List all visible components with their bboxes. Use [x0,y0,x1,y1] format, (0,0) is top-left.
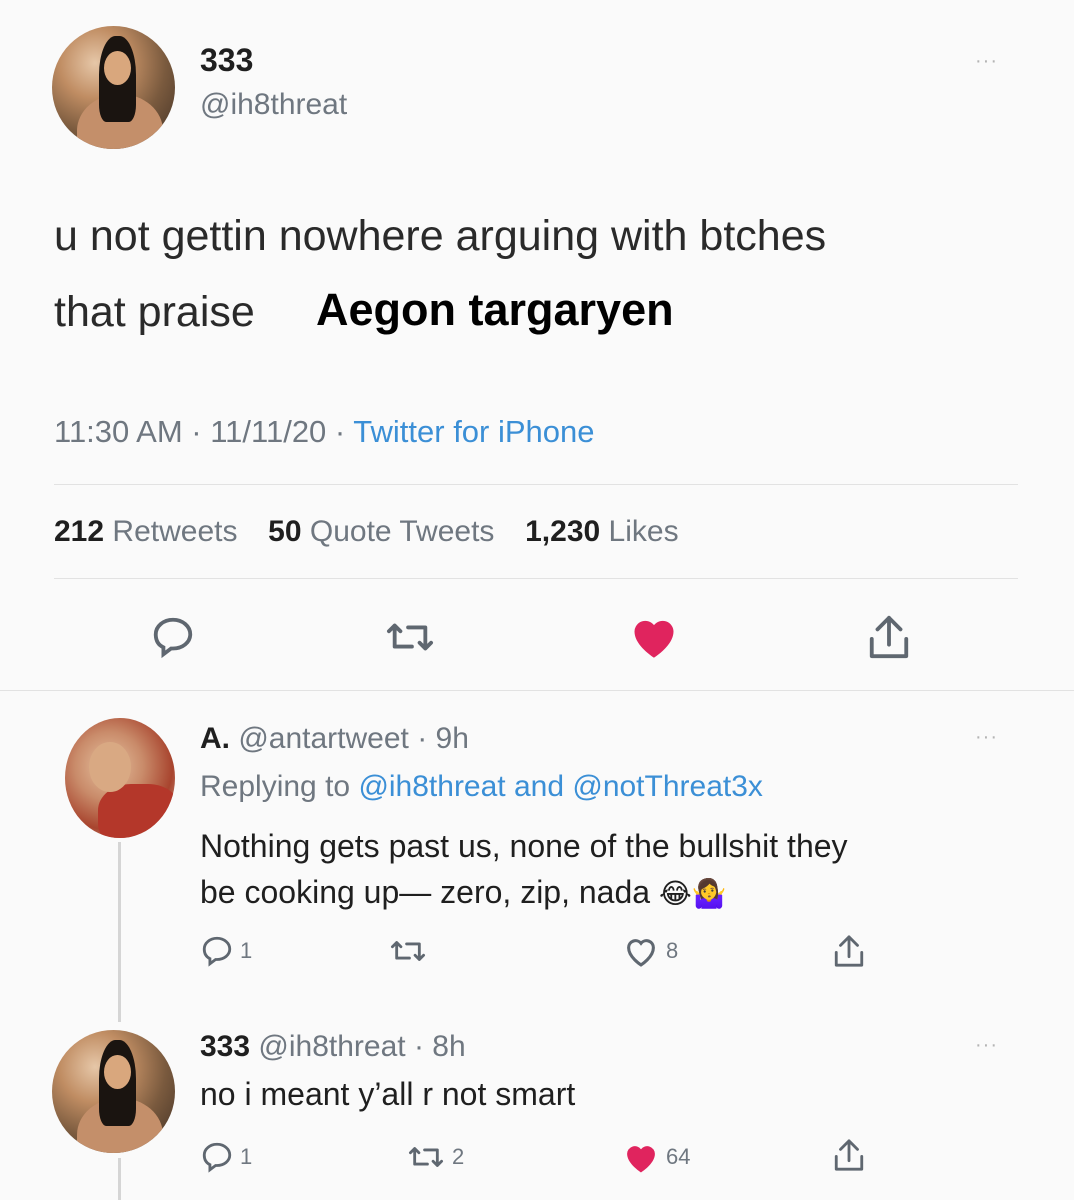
reply-icon [153,617,193,659]
reply2-retweet-button[interactable]: 2 [406,1140,464,1174]
reply-icon [202,936,232,967]
tweet-text-line1: u not gettin nowhere arguing with btches [54,212,827,260]
replying-handles[interactable]: @ih8threat and @notThreat3x [358,770,762,803]
likes-count[interactable]: 1,230 [525,515,600,548]
reply1-display-name[interactable]: A. [200,722,230,755]
like-button[interactable] [628,612,680,660]
divider [54,484,1018,485]
heart-icon [634,620,674,658]
timestamp-text: 11:30 AM · 11/11/20 · [54,414,354,449]
reply1-handle-time[interactable]: @antartweet · 9h [238,722,469,755]
tweet-text-prefix: that praise [54,288,255,336]
thread-line [118,842,121,1022]
retweet-icon [408,1147,443,1167]
divider [0,690,1074,691]
reply1-text: be cooking up— zero, zip, nada [200,874,651,910]
tweet-stats: 212 Retweets 50 Quote Tweets 1,230 Likes [54,515,679,549]
tweet-text-line2: that praise [54,288,255,337]
reply1-like-count: 8 [666,938,679,963]
quotes-label[interactable]: Quote Tweets [310,515,495,548]
share-button[interactable] [866,612,912,662]
display-name[interactable]: 333 [200,42,253,79]
retweet-icon [386,623,433,651]
reply1-reply-count: 1 [240,938,253,963]
thread-line [118,1158,121,1200]
reply1-emoji: 😂🤷‍♀️ [658,878,727,909]
retweet-button[interactable] [384,614,436,660]
user-handle[interactable]: @ih8threat [200,88,347,122]
reply2-share-button[interactable] [832,1136,866,1174]
reply1-like-button[interactable]: 8 [622,934,678,968]
reply1-more-icon[interactable]: ··· [975,726,998,749]
reply1-share-button[interactable] [832,932,866,970]
divider [54,578,1018,579]
reply2-display-name[interactable]: 333 [200,1030,250,1063]
avatar-333-reply[interactable] [52,1030,175,1153]
reply-button[interactable] [150,614,196,660]
reply2-like-count: 64 [666,1144,691,1169]
reply1-reply-button[interactable]: 1 [200,934,252,968]
retweet-icon [390,941,425,961]
reply-icon [202,1142,232,1173]
share-icon [834,935,864,967]
heart-icon [627,1146,655,1173]
reply2-handle-time[interactable]: @ih8threat · 8h [258,1030,465,1063]
share-icon [834,1139,864,1171]
share-icon [869,615,909,659]
reply2-retweet-count: 2 [452,1144,465,1169]
replying-prefix: Replying to [200,770,351,803]
reply1-retweet-button[interactable] [388,934,428,968]
heart-outline-icon [627,939,655,967]
reply1-header: A. @antartweet · 9h [200,722,469,756]
source-link[interactable]: Twitter for iPhone [353,414,594,449]
reply1-text-line1: Nothing gets past us, none of the bullsh… [200,828,848,864]
reply2-header: 333 @ih8threat · 8h [200,1030,466,1064]
quotes-count[interactable]: 50 [268,515,301,548]
reply2-more-icon[interactable]: ··· [975,1034,998,1057]
avatar-antartweet[interactable] [65,718,175,838]
reply1-replying-to: Replying to @ih8threat and @notThreat3x [200,770,763,804]
more-options-icon[interactable]: ··· [975,50,998,73]
retweets-label[interactable]: Retweets [112,515,237,548]
reply2-reply-button[interactable]: 1 [200,1140,252,1174]
reply2-reply-count: 1 [240,1144,253,1169]
reply2-text-line1: no i meant y’all r not smart [200,1076,576,1112]
likes-label[interactable]: Likes [609,515,679,548]
reply2-like-button[interactable]: 64 [622,1140,690,1174]
retweets-count[interactable]: 212 [54,515,104,548]
avatar-333[interactable] [52,26,175,149]
reply1-text-line2: be cooking up— zero, zip, nada 😂🤷‍♀️ [200,874,727,911]
overlay-caption: Aegon targaryen [316,284,674,335]
tweet-timestamp: 11:30 AM · 11/11/20 · Twitter for iPhone [54,414,595,450]
